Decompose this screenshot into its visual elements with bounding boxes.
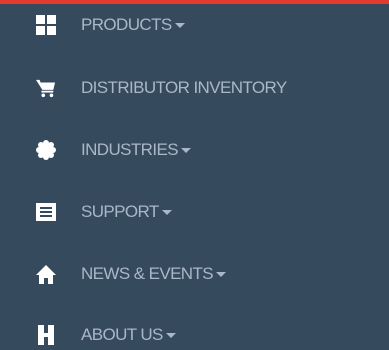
news-events-label: NEWS & EVENTS: [81, 264, 214, 283]
side-menu: PRODUCTS DISTRIBUTOR INVENTORY INDUSTRIE…: [0, 0, 389, 350]
distributor-inventory-label: DISTRIBUTOR INVENTORY: [81, 78, 287, 97]
industries-label: INDUSTRIES: [81, 140, 179, 159]
chevron-down-icon: [161, 209, 172, 215]
menu-item-label: SUPPORT: [81, 202, 172, 222]
menu-item-label: ABOUT US: [81, 325, 176, 345]
chevron-down-icon: [216, 271, 227, 277]
support-label: SUPPORT: [81, 202, 159, 221]
menu-item-label: INDUSTRIES: [81, 140, 191, 160]
cart-icon: [36, 78, 56, 98]
menu-item-products[interactable]: PRODUCTS: [0, 0, 389, 50]
list-icon: [36, 202, 56, 222]
about-us-label: ABOUT US: [81, 325, 163, 344]
menu-item-news-events[interactable]: NEWS & EVENTS: [0, 249, 389, 299]
home-icon: [36, 264, 56, 284]
products-label: PRODUCTS: [81, 15, 172, 34]
menu-item-label: NEWS & EVENTS: [81, 264, 227, 284]
grid-icon: [36, 15, 56, 35]
gear-icon: [36, 140, 56, 160]
chevron-down-icon: [174, 22, 185, 28]
chevron-down-icon: [180, 147, 191, 153]
menu-item-industries[interactable]: INDUSTRIES: [0, 125, 389, 175]
menu-item-distributor-inventory[interactable]: DISTRIBUTOR INVENTORY: [0, 63, 389, 113]
h-letter-icon: [36, 325, 56, 345]
menu-item-about-us[interactable]: ABOUT US: [0, 310, 389, 350]
menu-item-label: PRODUCTS: [81, 15, 185, 35]
menu-item-support[interactable]: SUPPORT: [0, 187, 389, 237]
menu-item-label: DISTRIBUTOR INVENTORY: [81, 78, 287, 98]
chevron-down-icon: [165, 332, 176, 338]
